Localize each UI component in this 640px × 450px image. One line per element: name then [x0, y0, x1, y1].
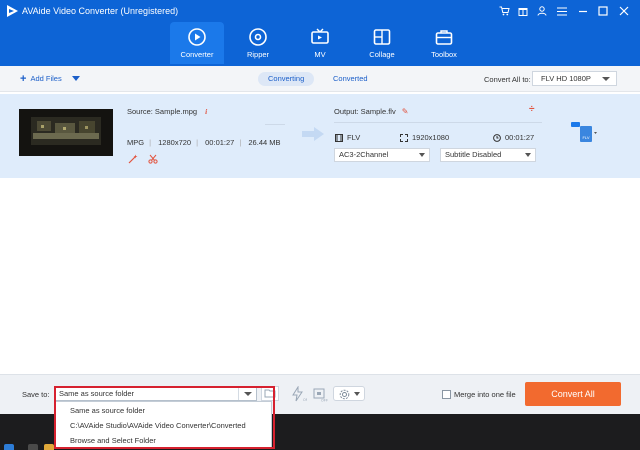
expand-icon [400, 133, 408, 142]
settings-button[interactable] [333, 386, 365, 401]
edit-icon[interactable]: ✎ [402, 107, 409, 116]
divider [265, 124, 285, 125]
taskbar-app-icon[interactable] [28, 444, 38, 450]
flv-format-icon[interactable]: FLV [571, 122, 597, 146]
scissors-icon[interactable] [148, 154, 158, 166]
format-badge-label: FLV [582, 135, 589, 140]
convert-all-format-value: FLV HD 1080P [541, 74, 591, 83]
minimize-icon[interactable] [576, 4, 590, 18]
output-file-name: Output: Sample.flv ✎ [334, 107, 409, 116]
merge-checkbox[interactable] [442, 390, 451, 399]
info-icon[interactable]: i [205, 107, 207, 116]
menu-icon[interactable] [555, 4, 569, 18]
toolbox-icon [435, 30, 453, 45]
merge-label: Merge into one file [454, 390, 516, 399]
source-name-text: Source: Sample.mpg [127, 107, 198, 116]
gear-icon [339, 389, 350, 400]
nav-converter-label: Converter [180, 50, 214, 59]
source-resolution: 1280x720 [158, 138, 192, 147]
collage-icon [373, 29, 391, 45]
compress-icon[interactable]: ÷ [529, 104, 535, 115]
subtitle-select[interactable]: Subtitle Disabled [440, 148, 536, 162]
clock-icon [493, 133, 501, 142]
output-resolution-info: 1920x1080 [400, 133, 449, 142]
hardware-acceleration-icon[interactable]: OFF [289, 386, 307, 402]
chevron-down-icon [354, 392, 360, 396]
chevron-down-icon[interactable] [71, 76, 80, 81]
output-resolution: 1920x1080 [412, 133, 450, 142]
disc-icon [249, 28, 267, 46]
sub-toolbar: + Add Files Converting Converted Convert… [0, 66, 640, 92]
arrow-right-icon [302, 127, 324, 141]
source-size: 26.44 MB [248, 138, 281, 147]
user-icon[interactable] [535, 4, 549, 18]
tv-icon [311, 28, 329, 44]
nav-mv[interactable]: MV [293, 22, 347, 64]
app-logo-icon [7, 5, 18, 17]
convert-all-label: Convert All to: [484, 75, 531, 84]
output-name-text: Output: Sample.flv [334, 107, 396, 116]
subtitle-value: Subtitle Disabled [445, 150, 502, 159]
app-title: AVAide Video Converter (Unregistered) [22, 6, 179, 16]
divider [334, 122, 542, 123]
audio-track-select[interactable]: AC3-2Channel [334, 148, 430, 162]
add-files-label: Add Files [30, 74, 62, 83]
video-thumbnail[interactable] [19, 109, 113, 156]
nav-mv-label: MV [314, 50, 326, 59]
magic-wand-icon[interactable] [128, 154, 138, 166]
maximize-icon[interactable] [596, 4, 610, 18]
chevron-down-icon [419, 153, 425, 157]
nav-collage[interactable]: Collage [355, 22, 409, 64]
highlight-box [54, 386, 275, 449]
nav-converter[interactable]: Converter [170, 22, 224, 64]
convert-all-button[interactable]: Convert All [525, 382, 621, 406]
gpu-acceleration-icon[interactable]: OFF [310, 386, 328, 402]
plus-icon: + [20, 72, 27, 85]
output-format: FLV [347, 133, 361, 142]
gift-icon[interactable] [516, 4, 530, 18]
add-files-button[interactable]: + Add Files [20, 72, 80, 85]
close-icon[interactable] [617, 4, 631, 18]
output-duration-info: 00:01:27 [493, 133, 534, 142]
svg-text:OFF: OFF [321, 399, 328, 403]
source-format: MPG [127, 138, 145, 147]
output-format-info: FLV [335, 133, 360, 142]
chevron-down-icon [525, 153, 531, 157]
convert-all-format-select[interactable]: FLV HD 1080P [532, 71, 617, 86]
windows-start-icon[interactable] [4, 444, 14, 450]
film-icon [335, 133, 343, 142]
cart-icon[interactable] [497, 4, 511, 18]
nav-collage-label: Collage [369, 50, 395, 59]
converter-icon [188, 28, 206, 46]
output-duration: 00:01:27 [505, 133, 535, 142]
app-window: AVAide Video Converter (Unregistered) Co… [0, 0, 640, 450]
title-bar: AVAide Video Converter (Unregistered) Co… [0, 0, 640, 66]
save-to-label: Save to: [22, 390, 50, 399]
nav-ripper[interactable]: Ripper [231, 22, 285, 64]
nav-toolbox[interactable]: Toolbox [417, 22, 471, 64]
source-meta: MPG | 1280x720 | 00:01:27 | 26.44 MB [127, 138, 281, 147]
chevron-down-icon [602, 77, 610, 81]
source-duration: 00:01:27 [205, 138, 235, 147]
taskbar-app-icon[interactable] [44, 444, 54, 450]
source-file-name: Source: Sample.mpg i [127, 107, 207, 116]
nav-toolbox-label: Toolbox [431, 50, 457, 59]
tab-converted[interactable]: Converted [323, 72, 378, 86]
svg-text:OFF: OFF [303, 398, 307, 402]
tab-converting[interactable]: Converting [258, 72, 315, 86]
nav-ripper-label: Ripper [246, 50, 270, 59]
audio-track-value: AC3-2Channel [339, 150, 389, 159]
